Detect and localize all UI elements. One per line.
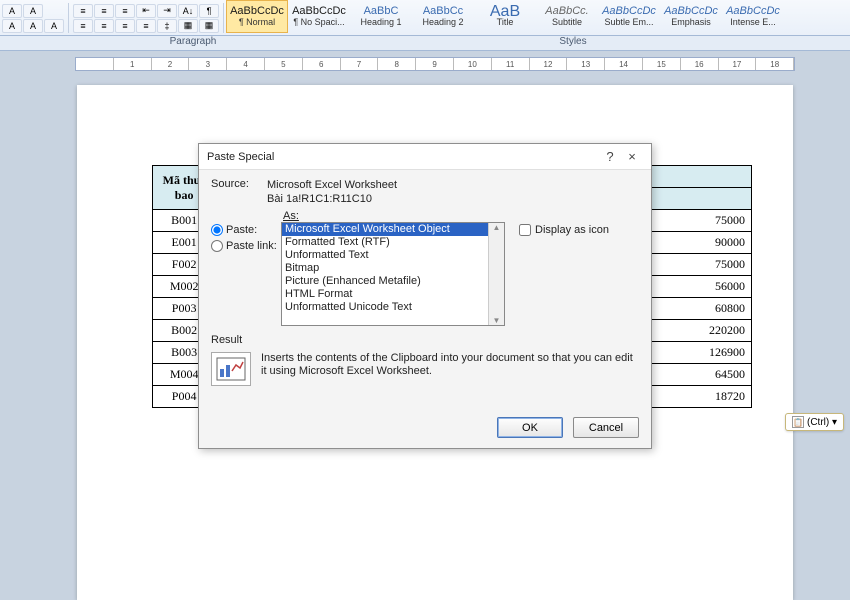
dialog-titlebar[interactable]: Paste Special ? × (199, 144, 651, 170)
font-color-button[interactable]: A (44, 19, 64, 33)
help-icon[interactable]: ? (599, 149, 621, 164)
ok-button[interactable]: OK (497, 417, 563, 438)
paragraph-group-label: Paragraph (90, 36, 296, 50)
line-spacing-button[interactable]: ‡ (157, 19, 177, 33)
styles-group-label: Styles (296, 36, 850, 50)
align-right-button[interactable]: ≡ (115, 19, 135, 33)
listbox-option[interactable]: Formatted Text (RTF) (282, 236, 504, 249)
text-effects-button[interactable]: A (2, 19, 22, 33)
grow-font-button[interactable]: A (2, 4, 22, 18)
paste-options-button[interactable]: 📋 (Ctrl) ▾ (785, 413, 844, 431)
numbering-button[interactable]: ≡ (94, 4, 114, 18)
listbox-scrollbar[interactable]: ▲▼ (488, 223, 504, 325)
show-marks-button[interactable]: ¶ (199, 4, 219, 18)
listbox-option[interactable]: Picture (Enhanced Metafile) (282, 275, 504, 288)
borders-button[interactable]: ▦ (199, 19, 219, 33)
shrink-font-button[interactable]: A (23, 4, 43, 18)
style-card[interactable]: AaBbCcDcIntense E... (722, 0, 784, 33)
ribbon: A A A A A ≡ ≡ ≡ ⇤ ⇥ A↓ ¶ ≡ ≡ ≡ (0, 0, 850, 36)
bullets-button[interactable]: ≡ (73, 4, 93, 18)
listbox-option[interactable]: HTML Format (282, 288, 504, 301)
result-description: Inserts the contents of the Clipboard in… (261, 352, 639, 378)
horizontal-ruler[interactable]: 123456789101112131415161718 (75, 57, 795, 71)
style-card[interactable]: AaBbCcDc¶ Normal (226, 0, 288, 33)
style-card[interactable]: AaBbCc.Subtitle (536, 0, 598, 33)
as-label: As: (283, 210, 639, 222)
shading-button[interactable]: ▦ (178, 19, 198, 33)
cancel-button[interactable]: Cancel (573, 417, 639, 438)
result-icon (211, 352, 251, 386)
style-card[interactable]: AaBTitle (474, 0, 536, 33)
paste-link-radio[interactable]: Paste link: (211, 240, 281, 252)
source-value: Microsoft Excel Worksheet Bài 1a!R1C1:R1… (267, 178, 397, 206)
result-label: Result (211, 334, 639, 346)
style-card[interactable]: AaBbCcDcSubtle Em... (598, 0, 660, 33)
ribbon-group-labels: Paragraph Styles (0, 36, 850, 51)
align-center-button[interactable]: ≡ (94, 19, 114, 33)
increase-indent-button[interactable]: ⇥ (157, 4, 177, 18)
justify-button[interactable]: ≡ (136, 19, 156, 33)
style-card[interactable]: AaBbCcHeading 2 (412, 0, 474, 33)
listbox-option[interactable]: Microsoft Excel Worksheet Object (282, 223, 504, 236)
decrease-indent-button[interactable]: ⇤ (136, 4, 156, 18)
font-size-controls: A A A A A (0, 0, 66, 36)
paste-icon: 📋 (792, 416, 804, 428)
listbox-option[interactable]: Unformatted Unicode Text (282, 301, 504, 314)
dialog-title-text: Paste Special (207, 151, 274, 163)
align-left-button[interactable]: ≡ (73, 19, 93, 33)
format-listbox[interactable]: Microsoft Excel Worksheet ObjectFormatte… (281, 222, 505, 326)
listbox-option[interactable]: Unformatted Text (282, 249, 504, 262)
style-card[interactable]: AaBbCcDcEmphasis (660, 0, 722, 33)
listbox-option[interactable]: Bitmap (282, 262, 504, 275)
list-buttons: ≡ ≡ ≡ ⇤ ⇥ A↓ ¶ ≡ ≡ ≡ ≡ ‡ ▦ ▦ (71, 0, 221, 36)
highlight-button[interactable]: A (23, 19, 43, 33)
multilevel-button[interactable]: ≡ (115, 4, 135, 18)
source-label: Source: (211, 178, 267, 190)
paste-special-dialog: Paste Special ? × Source: Microsoft Exce… (198, 143, 652, 449)
paste-radio[interactable]: Paste: (211, 224, 281, 236)
style-card[interactable]: AaBbCcDc¶ No Spaci... (288, 0, 350, 33)
style-card[interactable]: AaBbCHeading 1 (350, 0, 412, 33)
styles-gallery[interactable]: AaBbCcDc¶ NormalAaBbCcDc¶ No Spaci...AaB… (226, 0, 850, 36)
display-as-icon-checkbox[interactable]: Display as icon (519, 224, 609, 236)
close-icon[interactable]: × (621, 149, 643, 164)
sort-button[interactable]: A↓ (178, 4, 198, 18)
